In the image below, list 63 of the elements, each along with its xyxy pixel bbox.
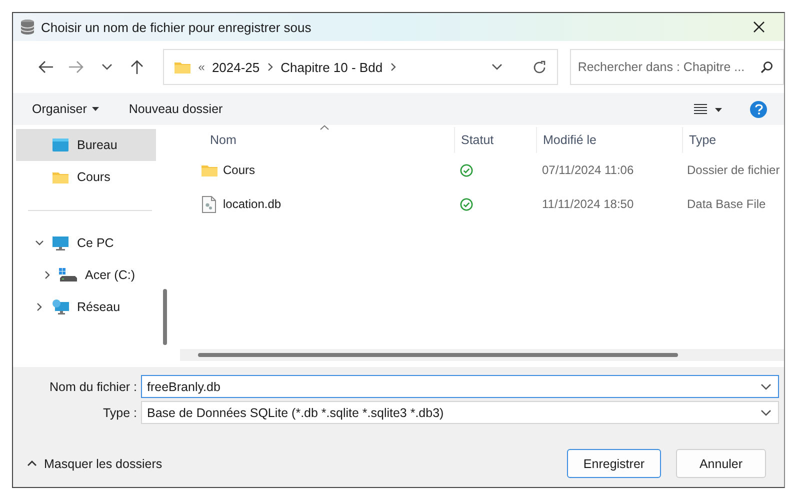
folder-icon [52, 170, 69, 184]
sidebar-item[interactable]: Bureau [16, 129, 156, 161]
scrollbar-thumb[interactable] [163, 289, 167, 345]
sync-status-icon [460, 164, 473, 176]
file-name[interactable]: Cours [223, 163, 256, 177]
database-icon [20, 19, 35, 35]
chevron-icon [266, 62, 274, 72]
collapse-chevron-icon [34, 240, 44, 246]
list-view-icon [694, 103, 722, 115]
sort-ascending-icon [320, 125, 329, 130]
folder-icon [200, 164, 218, 176]
folder-icon [174, 60, 192, 74]
hide-folders-button[interactable]: Masquer les dossiers [23, 452, 166, 474]
sync-status-icon [460, 198, 473, 210]
breadcrumb[interactable]: 2024-25 [212, 60, 260, 74]
new-folder-button[interactable]: Nouveau dossier [122, 98, 229, 120]
file-name-input[interactable]: freeBranly.db [147, 380, 760, 394]
search-icon[interactable] [760, 60, 773, 74]
organize-button[interactable]: Organiser [26, 98, 105, 120]
file-name-field[interactable]: freeBranly.db [141, 375, 779, 398]
save-button[interactable]: Enregistrer [567, 449, 661, 478]
file-type-dropdown[interactable]: Base de Données SQLite (*.db *.sqlite *.sqlite3 *.db3) [141, 401, 779, 424]
column-header[interactable]: Type [682, 127, 784, 153]
sidebar-item[interactable]: Réseau [16, 291, 156, 323]
address-bar[interactable]: « 2024-25 Chapitre 10 - Bdd [163, 49, 558, 85]
forward-icon[interactable] [68, 60, 84, 74]
file-name[interactable]: location.db [223, 197, 282, 211]
field-label: Type : [102, 406, 138, 420]
breadcrumb[interactable]: Chapitre 10 - Bdd [280, 60, 383, 74]
sidebar-item[interactable]: Cours [16, 161, 156, 193]
expand-chevron-icon [36, 302, 42, 312]
desktop-icon [52, 138, 69, 152]
network-icon [52, 299, 70, 315]
field-label: Nom du fichier : [48, 380, 138, 394]
sidebar-item[interactable]: Ce PC [16, 227, 156, 259]
drive-icon [59, 268, 78, 282]
refresh-icon[interactable] [532, 60, 547, 74]
modified-date: 07/11/2024 11:06 [542, 163, 634, 177]
scrollbar-thumb[interactable] [198, 353, 678, 357]
search-field[interactable]: Rechercher dans : Chapitre ... [570, 49, 784, 85]
column-header[interactable]: Modifié le [536, 127, 682, 153]
column-header[interactable]: Nom [178, 127, 454, 153]
file-type: Data Base File [687, 197, 766, 211]
cancel-button[interactable]: Annuler [676, 449, 766, 478]
chevron-up-icon [27, 460, 37, 467]
up-icon[interactable] [130, 59, 144, 75]
modified-date: 11/11/2024 18:50 [542, 197, 634, 211]
column-header[interactable]: Statut [454, 127, 536, 153]
chevron-icon [390, 62, 397, 72]
dropdown-icon [760, 382, 772, 390]
help-icon[interactable] [750, 100, 767, 118]
dropdown-icon [760, 408, 772, 416]
caret-icon [92, 107, 99, 111]
back-icon[interactable] [38, 60, 54, 74]
monitor-icon [52, 236, 69, 250]
file-type: Dossier de fichier [687, 163, 780, 177]
sidebar-item[interactable]: Acer (C:) [16, 259, 156, 291]
overflow-chevrons[interactable]: « [198, 60, 205, 74]
expand-chevron-icon [44, 270, 50, 280]
window-title: Choisir un nom de fichier pour enregistrer sous [41, 20, 312, 34]
database-file-icon [202, 196, 216, 212]
dropdown-icon[interactable] [490, 63, 503, 71]
close-icon [753, 21, 765, 33]
